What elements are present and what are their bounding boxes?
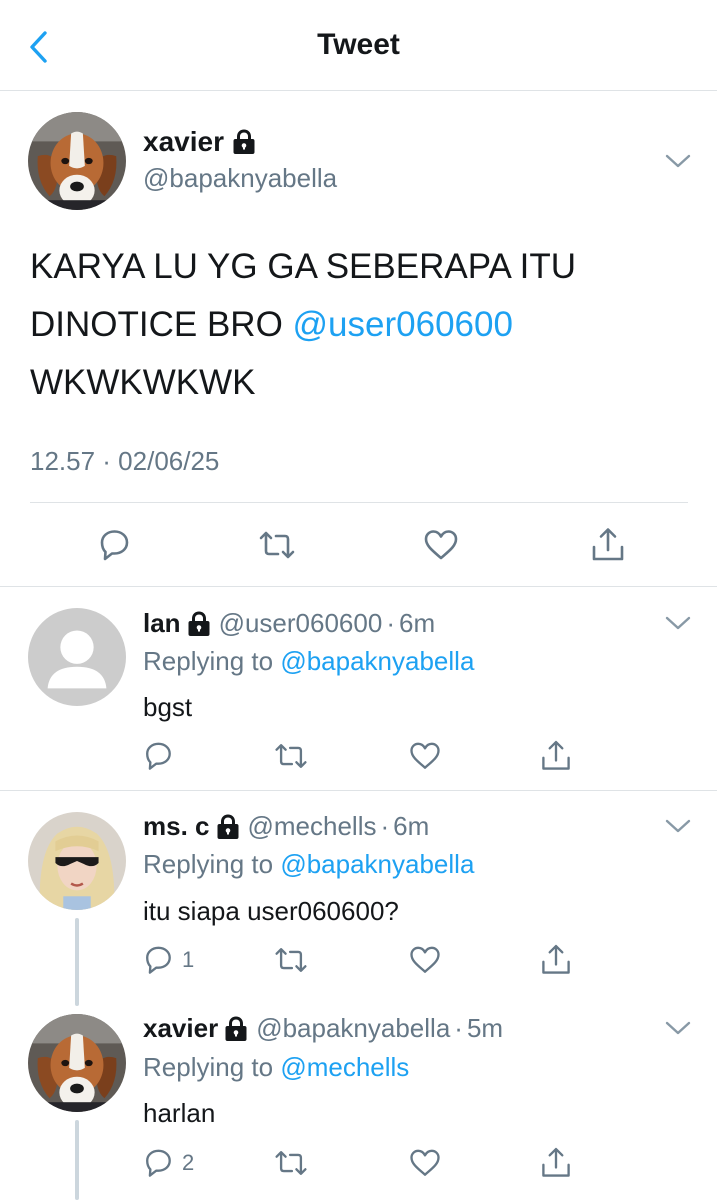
retweet-icon <box>272 1145 310 1181</box>
avatar[interactable] <box>28 812 126 910</box>
heart-icon <box>407 738 443 774</box>
lock-icon <box>216 814 240 840</box>
reply-header: lan @user060600 · 6m <box>143 608 435 639</box>
tweet-timestamp[interactable]: 12.57 · 02/06/25 <box>30 446 219 477</box>
replying-label: Replying to <box>143 849 274 879</box>
divider <box>0 790 717 791</box>
chevron-down-icon[interactable] <box>664 817 692 835</box>
share-button[interactable] <box>538 1145 574 1181</box>
reply-icon <box>140 942 176 978</box>
reply-time: 5m <box>466 1013 504 1043</box>
tweet-text-part: WKWKWKWK <box>30 363 256 402</box>
share-icon <box>588 525 628 565</box>
avatar[interactable] <box>28 608 126 706</box>
default-avatar-image <box>28 608 126 706</box>
lock-icon <box>187 611 211 637</box>
beagle-avatar-image <box>28 1014 126 1112</box>
share-icon <box>538 942 574 978</box>
replying-to: Replying to @mechells <box>143 1052 409 1083</box>
avatar[interactable] <box>28 112 126 210</box>
heart-icon <box>407 1145 443 1181</box>
reply-icon <box>140 738 176 774</box>
tweet-actions <box>0 520 717 570</box>
share-icon <box>538 1145 574 1181</box>
mention-link[interactable]: @bapaknyabella <box>280 849 474 879</box>
retweet-icon <box>272 942 310 978</box>
retweet-icon <box>256 525 298 565</box>
mention-link[interactable]: @mechells <box>280 1052 409 1082</box>
like-button[interactable] <box>407 738 443 774</box>
author-handle[interactable]: @bapaknyabella <box>143 163 337 194</box>
author-handle[interactable]: @mechells <box>248 811 377 842</box>
separator-dot: · <box>380 811 390 841</box>
reply-header: ms. c @mechells · 6m <box>143 811 429 842</box>
replying-label: Replying to <box>143 1052 274 1082</box>
reply-time: 6m <box>398 608 436 638</box>
replying-to: Replying to @bapaknyabella <box>143 849 474 880</box>
heart-icon <box>421 525 461 565</box>
separator-dot: · <box>454 1013 463 1043</box>
beagle-avatar-image <box>28 112 126 210</box>
retweet-button[interactable] <box>272 942 310 978</box>
author-handle[interactable]: @bapaknyabella <box>256 1013 450 1044</box>
share-button[interactable] <box>588 525 628 565</box>
top-bar: Tweet <box>0 0 717 91</box>
author-name[interactable]: xavier <box>143 1013 218 1044</box>
share-icon <box>538 738 574 774</box>
divider <box>0 586 717 587</box>
reply-text: bgst <box>143 692 193 722</box>
avatar[interactable] <box>28 1014 126 1112</box>
replying-label: Replying to <box>143 646 274 676</box>
retweet-button[interactable] <box>272 1145 310 1181</box>
like-button[interactable] <box>421 525 461 565</box>
lock-icon <box>224 1016 248 1042</box>
divider <box>30 502 688 503</box>
reply-count: 1 <box>182 947 195 972</box>
lock-icon <box>232 129 256 155</box>
tweet-text: KARYA LU YG GA SEBERAPA ITU DINOTICE BRO… <box>30 238 670 412</box>
chevron-down-icon[interactable] <box>664 614 692 632</box>
page-title: Tweet <box>317 28 400 61</box>
reply-button[interactable]: 1 <box>140 942 194 978</box>
heart-icon <box>407 942 443 978</box>
thread-connector-line <box>75 1120 79 1200</box>
separator-dot: · <box>386 608 395 638</box>
mention-link[interactable]: @user060600 <box>293 305 513 344</box>
author-name[interactable]: xavier <box>143 126 256 158</box>
reply-button[interactable] <box>94 525 134 565</box>
author-name-text: xavier <box>143 126 224 157</box>
author-name[interactable]: lan <box>143 608 181 639</box>
share-button[interactable] <box>538 738 574 774</box>
reply-time: 6m <box>393 811 430 841</box>
mention-link[interactable]: @bapaknyabella <box>280 646 474 676</box>
retweet-button[interactable] <box>256 525 298 565</box>
chevron-down-icon[interactable] <box>664 152 692 170</box>
author-handle[interactable]: @user060600 <box>219 608 383 639</box>
reply-count: 2 <box>182 1150 195 1175</box>
woman-avatar-image <box>28 812 126 910</box>
reply-icon <box>94 525 134 565</box>
share-button[interactable] <box>538 942 574 978</box>
reply-button[interactable]: 2 <box>140 1145 194 1181</box>
replying-to: Replying to @bapaknyabella <box>143 646 474 677</box>
retweet-icon <box>272 738 310 774</box>
author-name[interactable]: ms. c <box>143 811 210 842</box>
reply-header: xavier @bapaknyabella · 5m <box>143 1013 503 1044</box>
thread-connector-line <box>75 918 79 1006</box>
reply-icon <box>140 1145 176 1181</box>
reply-text: itu siapa user060600? <box>143 896 399 926</box>
reply-text: harlan <box>143 1098 216 1128</box>
retweet-button[interactable] <box>272 738 310 774</box>
reply-button[interactable] <box>140 738 182 774</box>
like-button[interactable] <box>407 942 443 978</box>
chevron-down-icon[interactable] <box>664 1019 692 1037</box>
like-button[interactable] <box>407 1145 443 1181</box>
